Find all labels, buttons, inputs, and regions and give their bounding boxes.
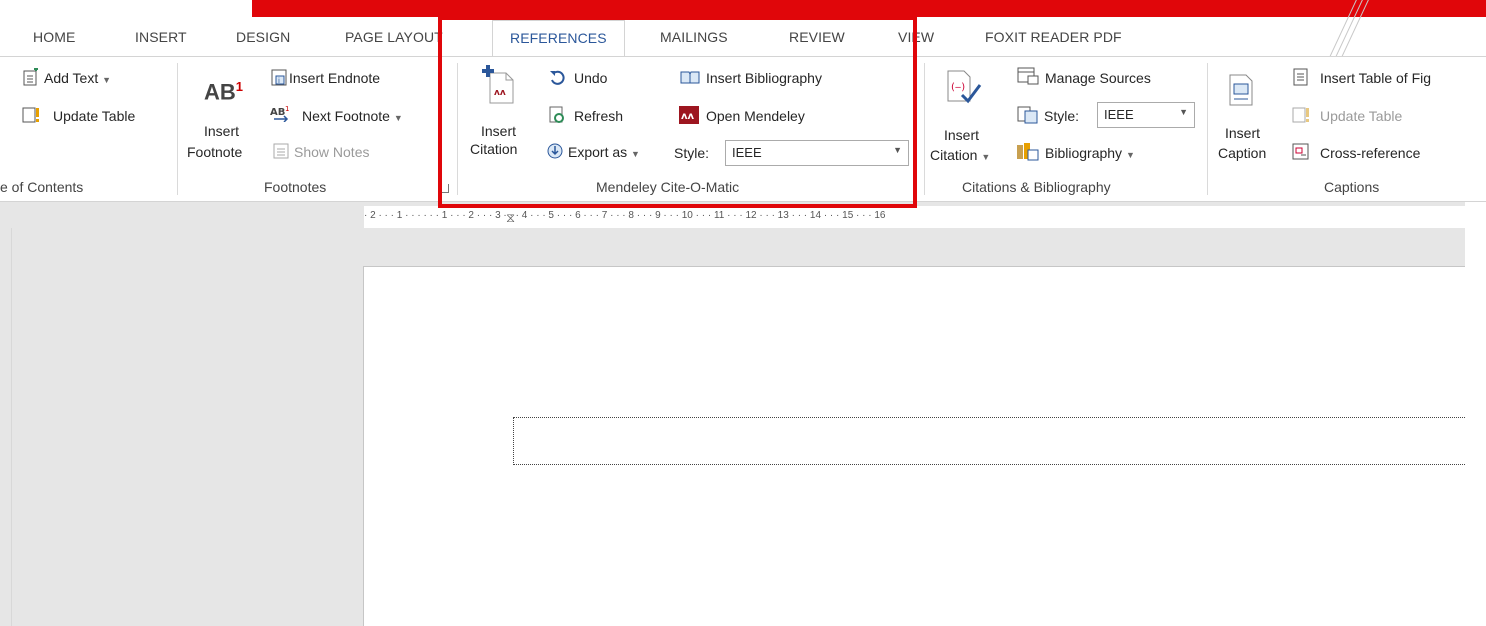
group-separator: [457, 63, 458, 195]
group-label-citations-bibliography: Citations & Bibliography: [962, 179, 1111, 195]
add-text-button[interactable]: Add Text ▼: [44, 70, 111, 86]
tab-references[interactable]: REFERENCES: [492, 20, 625, 57]
citations-style-dropdown[interactable]: IEEE ▼: [1097, 102, 1195, 128]
chevron-down-icon: ▼: [102, 75, 112, 85]
mendeley-style-label: Style:: [674, 145, 710, 161]
bibliography-label: Bibliography: [1045, 145, 1123, 161]
chevron-down-icon[interactable]: ▼: [893, 145, 902, 155]
mendeley-insert-citation-label-2: Citation: [470, 141, 518, 157]
export-as-label: Export as: [568, 144, 628, 160]
insert-footnote-label-2: Footnote: [187, 144, 243, 160]
insert-caption-label-2: Caption: [1218, 145, 1267, 161]
svg-text:ᴧᴧ: ᴧᴧ: [494, 88, 506, 98]
citations-style-value: IEEE: [1104, 107, 1134, 122]
chevron-down-icon: ▼: [981, 152, 991, 162]
citations-style-label: Style:: [1044, 108, 1080, 124]
right-edge: [1465, 202, 1486, 626]
insert-bibliography-icon: [680, 71, 700, 84]
insert-footnote-button[interactable]: AB1 Insert Footnote: [187, 77, 261, 187]
next-footnote-button[interactable]: Next Footnote ▼: [302, 108, 403, 124]
refresh-icon: [549, 106, 564, 123]
tab-mailings[interactable]: MAILINGS: [660, 29, 728, 45]
manage-sources-button[interactable]: Manage Sources: [1045, 70, 1151, 86]
manage-sources-icon: [1017, 67, 1039, 85]
cross-reference-button[interactable]: Cross-reference: [1320, 145, 1420, 161]
mendeley-logo-icon: ᴧᴧ: [679, 106, 699, 124]
ribbon-tabs: HOME INSERT DESIGN PAGE LAYOUT REFERENCE…: [0, 20, 1486, 57]
insert-citation-button[interactable]: (‒) Insert Citation ▼: [928, 61, 1006, 173]
update-table-icon: [22, 107, 39, 123]
svg-text:ᴧᴧ: ᴧᴧ: [681, 111, 695, 122]
add-text-label: Add Text: [44, 70, 99, 86]
group-separator: [1207, 63, 1208, 195]
insert-table-of-figures-icon: [1293, 68, 1308, 86]
ruler-ticks: · 2 · · · 1 · · · · · · 1 · · · 2 · · · …: [364, 210, 886, 221]
mendeley-export-as-button[interactable]: Export as ▼: [568, 144, 640, 160]
insert-citation-label-1: Insert: [944, 127, 980, 143]
tab-design[interactable]: DESIGN: [236, 29, 290, 45]
group-label-table-of-contents: e of Contents: [0, 179, 84, 195]
citation-style-icon: [1017, 106, 1038, 124]
svg-text:i: i: [278, 77, 280, 85]
mendeley-insert-citation-button[interactable]: ᴧᴧ Insert Citation: [466, 61, 538, 173]
tab-page-layout[interactable]: PAGE LAYOUT: [345, 29, 443, 45]
mendeley-undo-button[interactable]: Undo: [574, 70, 607, 86]
mendeley-insert-bibliography-button[interactable]: Insert Bibliography: [706, 70, 822, 86]
chevron-down-icon: ▼: [631, 149, 640, 159]
svg-text:AB: AB: [270, 107, 285, 118]
tab-insert[interactable]: INSERT: [135, 29, 187, 45]
insert-caption-button[interactable]: Insert Caption: [1218, 61, 1284, 173]
next-footnote-icon: AB 1: [270, 105, 289, 122]
chevron-down-icon: ▼: [1125, 150, 1135, 160]
group-label-captions: Captions: [1324, 179, 1380, 195]
insert-citation-label-2: Citation ▼: [930, 147, 991, 163]
add-text-icon: [23, 68, 38, 86]
group-label-footnotes: Footnotes: [264, 179, 327, 195]
tab-home[interactable]: HOME: [33, 29, 75, 45]
insert-caption-label-1: Insert: [1225, 125, 1261, 141]
annotation-red-bar: [252, 0, 1486, 17]
chevron-down-icon[interactable]: ▼: [1179, 107, 1188, 117]
group-label-mendeley: Mendeley Cite-O-Matic: [596, 179, 740, 195]
svg-text:1: 1: [285, 105, 289, 113]
insert-endnote-button[interactable]: Insert Endnote: [289, 70, 380, 86]
bibliography-button[interactable]: Bibliography ▼: [1045, 145, 1135, 161]
group-separator: [924, 63, 925, 195]
svg-text:(‒): (‒): [951, 82, 965, 93]
tab-view[interactable]: VIEW: [898, 29, 934, 45]
text-placeholder-box[interactable]: [513, 417, 1465, 465]
cross-reference-icon: [1292, 143, 1309, 160]
group-separator: [177, 63, 178, 195]
tab-foxit-reader-pdf[interactable]: FOXIT READER PDF: [985, 29, 1122, 45]
mendeley-refresh-button[interactable]: Refresh: [574, 108, 623, 124]
mendeley-style-dropdown[interactable]: IEEE ▼: [725, 140, 909, 166]
chevron-down-icon: ▼: [393, 113, 403, 123]
show-notes-icon: [273, 143, 289, 159]
insert-footnote-label-1: Insert: [204, 123, 240, 139]
export-icon: [547, 143, 563, 159]
ribbon-references: Add Text ▼ Update Table e of Contents AB…: [0, 56, 1486, 202]
bibliography-icon: [1017, 143, 1039, 161]
insert-citation-icon: (‒): [947, 70, 982, 104]
update-table-icon: [1292, 107, 1309, 123]
horizontal-ruler[interactable]: · 2 · · · 1 · · · · · · 1 · · · 2 · · · …: [364, 206, 1486, 228]
mendeley-insert-citation-icon: ᴧᴧ: [482, 65, 514, 104]
update-table-button[interactable]: Update Table: [53, 108, 135, 124]
indent-marker-icon[interactable]: ⧖: [506, 210, 515, 226]
tab-review[interactable]: REVIEW: [789, 29, 845, 45]
footnote-ab-icon: AB1: [204, 79, 244, 105]
undo-icon: [550, 70, 565, 85]
open-mendeley-button[interactable]: Open Mendeley: [706, 108, 805, 124]
insert-table-of-figures-button[interactable]: Insert Table of Fig: [1320, 70, 1431, 86]
left-margin-shade: [0, 228, 12, 626]
insert-caption-icon: [1229, 74, 1253, 106]
update-table-figures-button[interactable]: Update Table: [1320, 108, 1402, 124]
show-notes-button[interactable]: Show Notes: [294, 144, 369, 160]
mendeley-insert-citation-label-1: Insert: [481, 123, 517, 139]
footnotes-dialog-launcher[interactable]: [440, 184, 449, 193]
mendeley-style-value: IEEE: [732, 145, 762, 160]
next-footnote-label: Next Footnote: [302, 108, 390, 124]
insert-endnote-icon: i: [271, 69, 287, 86]
